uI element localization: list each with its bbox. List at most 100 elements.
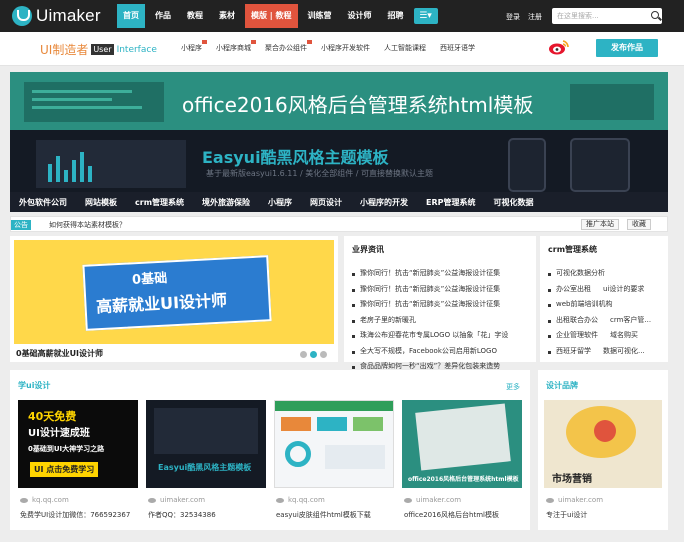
strip-link[interactable]: ERP管理系统 (417, 197, 485, 208)
crm-item[interactable]: 可视化数据分析 (548, 266, 651, 282)
strip-link[interactable]: 可视化数据 (485, 197, 543, 208)
section-title: 设计品牌 (546, 381, 578, 390)
tile-text: UI 点击免费学习 (30, 462, 99, 477)
eye-icon (20, 497, 28, 503)
section-title: 学ui设计 (18, 381, 51, 390)
banner-title: Easyui酷黑风格主题模板 (202, 148, 389, 167)
notice-text[interactable]: 如何获得本站素材模板？ (49, 220, 126, 230)
news-item[interactable]: 老房子里的新暖孔 (352, 313, 508, 329)
crm-title: crm管理系统 (548, 245, 598, 254)
more-link[interactable]: 更多 (506, 382, 520, 392)
nav-designers[interactable]: 设计师 (342, 4, 378, 28)
cat-link[interactable]: 小程序商城 (209, 40, 258, 53)
cat-link[interactable]: 西班牙语学 (433, 43, 482, 53)
tile-title[interactable]: 作者QQ：32534386 (148, 510, 216, 520)
uimaker-logo-icon (12, 6, 32, 26)
slider-dot[interactable] (300, 351, 307, 358)
tile-source: uimaker.com (148, 496, 205, 504)
eye-icon (276, 497, 284, 503)
tile-office2016[interactable]: office2016风格后台管理系统html模板 (402, 400, 522, 488)
slider-dot-active[interactable] (310, 351, 317, 358)
strip-link[interactable]: 小程序 (259, 197, 301, 208)
tile-text: Easyui酷黑风格主题模板 (158, 463, 252, 472)
news-item[interactable]: 豫你同行！抗击“新冠肺炎”公益海报设计征集 (352, 266, 508, 282)
eye-icon (546, 497, 554, 503)
tile-source: kq.qq.com (20, 496, 69, 504)
tile-title[interactable]: 专注于ui设计 (546, 510, 587, 520)
cat-link[interactable]: 小程序 (174, 40, 209, 53)
publish-button[interactable]: 发布作品 (596, 39, 658, 57)
news-title: 业界资讯 (352, 245, 384, 254)
crm-item[interactable]: 企业管理软件 域名购买 (548, 328, 651, 344)
tile-source: uimaker.com (546, 496, 603, 504)
cat-link[interactable]: 小程序开发软件 (314, 43, 377, 53)
brand-cn: UI制造者 (40, 43, 89, 57)
featured-slider: 0基础 高薪就业UI设计师 0基础高薪就业UI设计师 (10, 236, 338, 362)
tile-title[interactable]: office2016风格后台html模板 (404, 510, 499, 520)
nav-camp[interactable]: 训练营 (302, 4, 338, 28)
slider-dot[interactable] (320, 351, 327, 358)
crm-item[interactable]: web前端培训机构 (548, 297, 651, 313)
banner-title: office2016风格后台管理系统html模板 (182, 93, 534, 117)
strip-link[interactable]: crm管理系统 (126, 197, 193, 208)
tile-easyui[interactable]: Easyui酷黑风格主题模板 (146, 400, 266, 488)
news-item[interactable]: 珠海公布迎春花市专属LOGO 以抽象「花」字设 (352, 328, 508, 344)
featured-line1: 0基础 (131, 271, 168, 288)
nav-templates[interactable]: 模版 | 教程 (245, 4, 298, 28)
menu-list-icon[interactable]: ☰▾ (413, 8, 438, 24)
crm-item[interactable]: 出租联合办公 crm客户管... (548, 313, 651, 329)
tile-marketing[interactable]: 市场营销 (544, 400, 662, 488)
tile-text: 市场营销 (552, 474, 592, 485)
strip-link[interactable]: 网页设计 (301, 197, 351, 208)
featured-caption[interactable]: 0基础高薪就业UI设计师 (16, 348, 103, 359)
tile-ui-course[interactable]: 40天免费 UI设计速成班 0基础到UI大神学习之路 UI 点击免费学习 (18, 400, 138, 488)
tile-title[interactable]: 免费学UI设计加微信：766592367 (20, 510, 130, 520)
cat-link[interactable]: 聚合办公组件 (258, 40, 314, 53)
nav-materials[interactable]: 素材 (213, 4, 241, 28)
news-item[interactable]: 全大写不规模，Facebook公司启用新LOGO (352, 344, 508, 360)
nav-tutorials[interactable]: 教程 (181, 4, 209, 28)
banner-office2016[interactable]: office2016风格后台管理系统html模板 (10, 72, 668, 130)
banner-preview-left (24, 82, 164, 122)
search-input[interactable]: 在这里搜索... (552, 8, 662, 24)
banner-preview-right (570, 84, 654, 120)
design-brand-section: 设计品牌 市场营销 uimaker.com 专注于ui设计 (538, 370, 668, 530)
banner-subtitle: 基于最新版easyui1.6.11 / 美化全部组件 / 可直接替换默认主题 (206, 169, 434, 178)
featured-image[interactable]: 0基础 高薪就业UI设计师 (14, 240, 334, 344)
search-icon[interactable] (651, 11, 659, 19)
slider-dots (300, 351, 327, 358)
strip-link[interactable]: 外包软件公司 (10, 197, 76, 208)
strip-link[interactable]: 小程序的开发 (351, 197, 417, 208)
collect-button[interactable]: 收藏 (627, 219, 651, 230)
strip-link[interactable]: 网站模板 (76, 197, 126, 208)
tile-text: 40天免费 (28, 410, 77, 423)
tile-title[interactable]: easyui皮肤组件html模板下载 (276, 510, 371, 520)
banner-easyui[interactable]: Easyui酷黑风格主题模板 基于最新版easyui1.6.11 / 美化全部组… (10, 130, 668, 192)
register-link[interactable]: 注册 (528, 12, 542, 22)
recommend-button[interactable]: 推广本站 (581, 219, 619, 230)
brand-interface: Interface (116, 44, 157, 55)
tile-easyui-skin[interactable] (274, 400, 394, 488)
crm-panel: crm管理系统 可视化数据分析 办公室出租 ui设计的要求 web前端培训机构 出… (540, 236, 668, 362)
search-placeholder: 在这里搜索... (557, 12, 599, 20)
strip-link[interactable]: 境外旅游保险 (193, 197, 259, 208)
nav-jobs[interactable]: 招聘 (382, 4, 410, 28)
dashboard-preview (36, 140, 186, 188)
login-link[interactable]: 登录 (506, 12, 520, 22)
tile-source: kq.qq.com (276, 496, 325, 504)
weibo-icon[interactable] (548, 39, 570, 55)
notice-tag: 公告 (11, 220, 31, 230)
nav-works[interactable]: 作品 (149, 4, 177, 28)
crm-item[interactable]: 西班牙留学 数据可视化... (548, 344, 651, 360)
cat-link[interactable]: 人工智能课程 (377, 43, 433, 53)
brand-user: User (91, 44, 114, 55)
crm-item[interactable]: 办公室出租 ui设计的要求 (548, 282, 651, 298)
site-logo[interactable]: Uimaker (12, 6, 101, 26)
news-item[interactable]: 豫你同行！抗击“新冠肺炎”公益海报设计征集 (352, 282, 508, 298)
nav-home[interactable]: 首页 (117, 4, 145, 28)
main-nav: 首页 作品 教程 素材 模版 | 教程 训练营 设计师 招聘 ☰▾ (117, 4, 438, 28)
tile-text: UI设计速成班 (28, 428, 90, 439)
notice-bar: 公告 如何获得本站素材模板？ 推广本站 收藏 (10, 216, 668, 232)
news-item[interactable]: 豫你同行！抗击“新冠肺炎”公益海报设计征集 (352, 297, 508, 313)
tile-text: 0基础到UI大神学习之路 (28, 445, 105, 453)
